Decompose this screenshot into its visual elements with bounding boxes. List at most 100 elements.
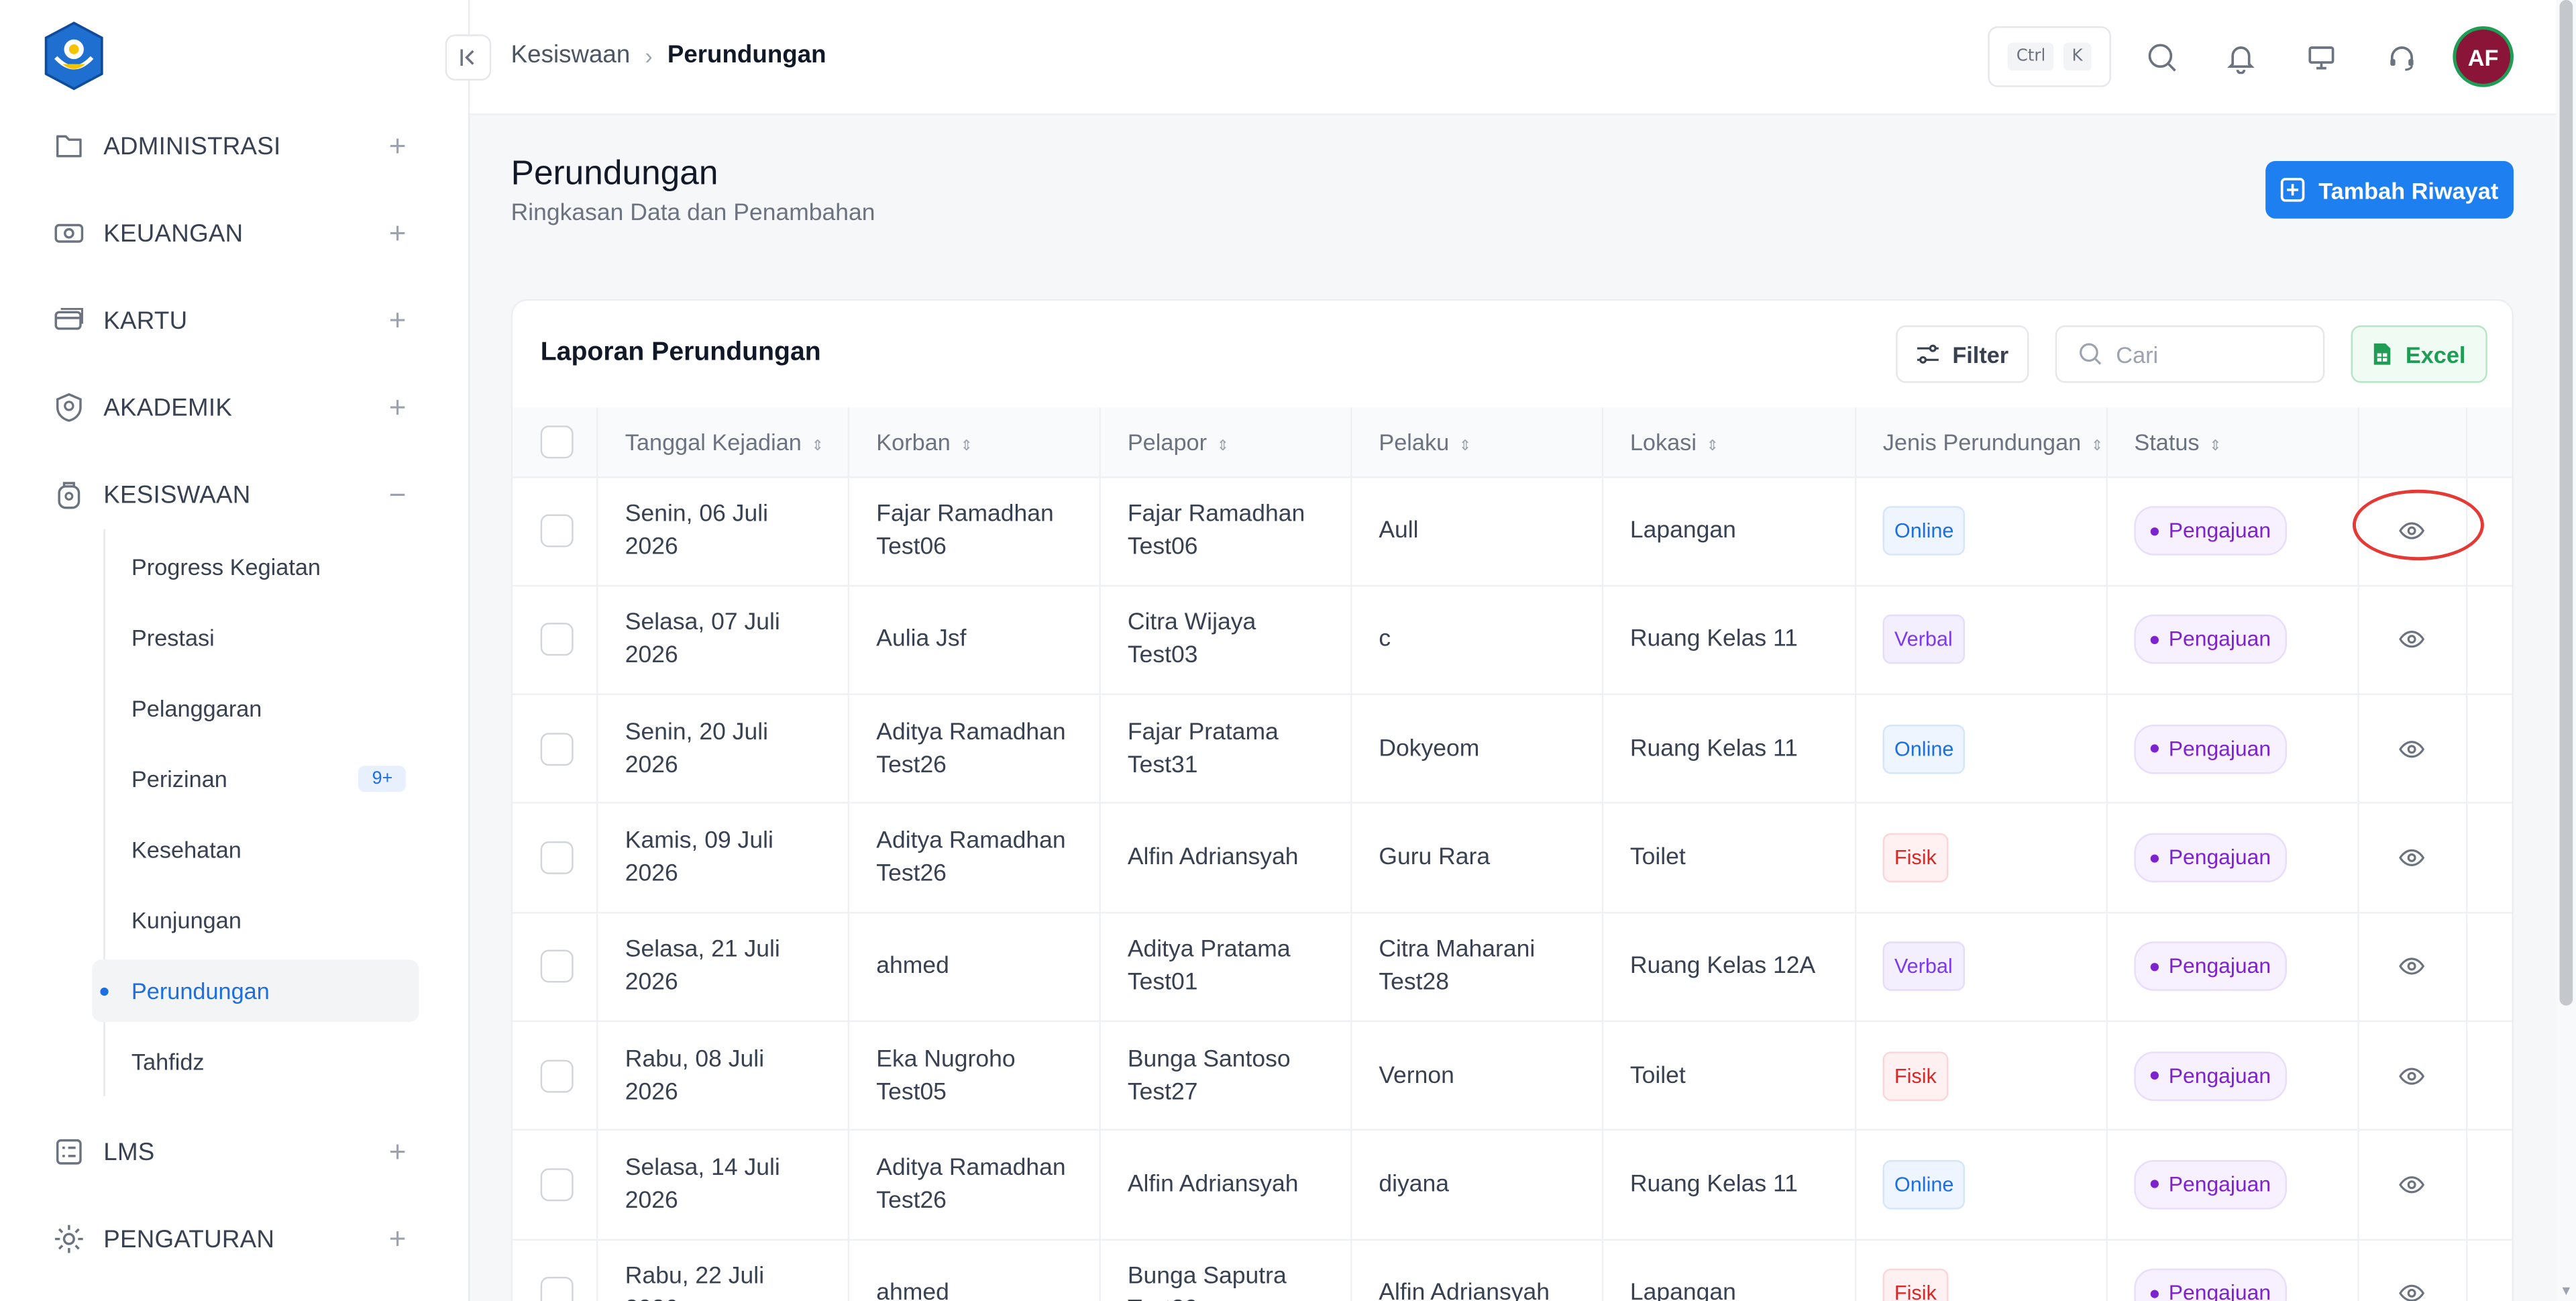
- sidebar-item-label: Prestasi: [131, 624, 215, 651]
- row-checkbox[interactable]: [540, 732, 574, 766]
- row-checkbox[interactable]: [540, 1168, 574, 1202]
- cell-tanggal: Senin, 06 Juli 2026: [598, 476, 851, 586]
- row-checkbox[interactable]: [540, 841, 574, 874]
- table-row[interactable]: Selasa, 14 Juli 2026 Aditya Ramadhan Test26…: [513, 1130, 2512, 1240]
- view-detail-eye-icon[interactable]: [2359, 518, 2466, 544]
- col-pelapor[interactable]: Pelapor ⇕: [1100, 407, 1353, 478]
- cell-line: diyana: [1379, 1171, 1449, 1198]
- sidebar-group-kesiswaan[interactable]: KESISWAAN −: [52, 470, 411, 519]
- user-avatar[interactable]: AF: [2453, 26, 2514, 87]
- command-palette-shortcut[interactable]: Ctrl K: [1988, 26, 2111, 87]
- type-badge: Fisik: [1882, 833, 1949, 883]
- expand-icon[interactable]: +: [384, 391, 411, 425]
- col-jenis[interactable]: Jenis Perundungan ⇕: [1856, 407, 2108, 478]
- collapse-icon[interactable]: −: [384, 477, 411, 511]
- col-tanggal[interactable]: Tanggal Kejadian ⇕: [598, 407, 851, 478]
- row-select-cell: [513, 1130, 599, 1240]
- sidebar-group-administrasi[interactable]: ADMINISTRASI +: [52, 121, 411, 170]
- sidebar-group-akademik[interactable]: AKADEMIK +: [52, 383, 411, 432]
- view-detail-eye-icon[interactable]: [2359, 1280, 2466, 1301]
- sidebar-item-pelanggaran[interactable]: Pelanggaran: [92, 677, 419, 739]
- school-logo-icon[interactable]: [40, 21, 109, 91]
- cell-line: Bunga Santoso: [1127, 1046, 1291, 1073]
- expand-icon[interactable]: +: [384, 1222, 411, 1256]
- row-select-cell: [513, 476, 599, 586]
- col-korban[interactable]: Korban ⇕: [849, 407, 1102, 478]
- cell-line: ahmed: [876, 1280, 949, 1301]
- expand-icon[interactable]: +: [384, 216, 411, 250]
- wallet-icon: [52, 217, 85, 250]
- bell-icon[interactable]: [2222, 40, 2259, 76]
- cell-spacer: [2467, 803, 2512, 913]
- table-row[interactable]: Senin, 20 Juli 2026 Aditya Ramadhan Test26 F…: [513, 694, 2512, 804]
- view-detail-eye-icon[interactable]: [2359, 953, 2466, 980]
- table-row[interactable]: Rabu, 08 Juli 2026 Eka Nugroho Test05 Bunga …: [513, 1021, 2512, 1131]
- view-detail-eye-icon[interactable]: [2359, 845, 2466, 871]
- sidebar-item-progress-kegiatan[interactable]: Progress Kegiatan: [92, 535, 419, 598]
- cell-line: Alfin Adriansyah: [1127, 1171, 1299, 1198]
- type-badge: Online: [1882, 506, 1966, 556]
- col-pelaku[interactable]: Pelaku ⇕: [1351, 407, 1604, 478]
- scroll-down-icon[interactable]: ▼: [2560, 1284, 2573, 1298]
- scrollbar-thumb[interactable]: [2559, 0, 2573, 1006]
- sidebar-group-keuangan[interactable]: KEUANGAN +: [52, 209, 411, 258]
- row-select-cell: [513, 1239, 599, 1301]
- page-scrollbar[interactable]: ▼: [2556, 0, 2576, 1301]
- monitor-icon[interactable]: [2303, 40, 2339, 76]
- cell-line: 2026: [625, 1079, 678, 1106]
- view-detail-eye-icon[interactable]: [2359, 627, 2466, 653]
- excel-export-button[interactable]: Excel: [2351, 325, 2487, 383]
- sidebar-item-tahfidz[interactable]: Tahfidz: [92, 1031, 419, 1093]
- cell-line: Fajar Ramadhan: [1127, 501, 1305, 528]
- status-label: Pengajuan: [2168, 517, 2271, 543]
- sidebar-item-prestasi[interactable]: Prestasi: [92, 607, 419, 669]
- view-detail-eye-icon[interactable]: [2359, 1172, 2466, 1198]
- cell-line: Test26: [876, 861, 947, 888]
- cell-status: Pengajuan: [2106, 912, 2359, 1023]
- cell-line: Aditya Pratama: [1127, 937, 1291, 964]
- report-table: Tanggal Kejadian ⇕ Korban ⇕ Pelapor ⇕ Pelak…: [513, 407, 2512, 1301]
- col-spacer: [2467, 407, 2512, 478]
- table-row[interactable]: Selasa, 07 Juli 2026 Aulia Jsf Citra Wijaya…: [513, 585, 2512, 696]
- breadcrumb-separator-icon: ›: [645, 42, 653, 68]
- sidebar: ADMINISTRASI + KEUANGAN + KARTU + AKADEMIK + KES…: [0, 0, 470, 1301]
- row-checkbox[interactable]: [540, 514, 574, 548]
- breadcrumb: Kesiswaan › Perundungan: [511, 41, 826, 69]
- row-checkbox[interactable]: [540, 950, 574, 984]
- search-input[interactable]: [2116, 341, 2314, 368]
- sidebar-item-perizinan[interactable]: Perizinan 9+: [92, 747, 419, 810]
- breadcrumb-parent[interactable]: Kesiswaan: [511, 41, 631, 69]
- sidebar-item-perundungan[interactable]: Perundungan: [92, 959, 419, 1023]
- row-checkbox[interactable]: [540, 1059, 574, 1092]
- sidebar-item-kesehatan[interactable]: Kesehatan: [92, 819, 419, 881]
- table-row[interactable]: Kamis, 09 Juli 2026 Aditya Ramadhan Test26 A…: [513, 803, 2512, 913]
- table-row[interactable]: Senin, 06 Juli 2026 Fajar Ramadhan Test06 Fa…: [513, 476, 2512, 586]
- cell-line: Rabu, 08 Juli: [625, 1046, 765, 1073]
- row-checkbox[interactable]: [540, 623, 574, 657]
- search-field[interactable]: [2055, 325, 2325, 383]
- cell-pelapor: Fajar Pratama Test31: [1100, 694, 1353, 804]
- view-detail-eye-icon[interactable]: [2359, 1063, 2466, 1089]
- headset-icon[interactable]: [2383, 40, 2420, 76]
- collapse-sidebar-button[interactable]: [445, 34, 492, 81]
- sidebar-group-kartu[interactable]: KARTU +: [52, 296, 411, 345]
- sidebar-group-lms[interactable]: LMS +: [52, 1127, 411, 1176]
- table-row[interactable]: Rabu, 22 Juli 2026 ahmed Bunga Saputra Test3…: [513, 1239, 2512, 1301]
- cell-actions: [2358, 1239, 2468, 1301]
- spreadsheet-icon: [2374, 343, 2391, 365]
- cards-icon: [52, 304, 85, 337]
- expand-icon[interactable]: +: [384, 129, 411, 163]
- filter-button[interactable]: Filter: [1896, 325, 2029, 383]
- select-all-checkbox[interactable]: [540, 425, 574, 458]
- expand-icon[interactable]: +: [384, 1135, 411, 1169]
- search-icon[interactable]: [2144, 40, 2180, 76]
- expand-icon[interactable]: +: [384, 303, 411, 337]
- col-status[interactable]: Status ⇕: [2106, 407, 2359, 478]
- sidebar-group-pengaturan[interactable]: PENGATURAN +: [52, 1214, 411, 1263]
- view-detail-eye-icon[interactable]: [2359, 736, 2466, 762]
- add-history-button[interactable]: Tambah Riwayat: [2265, 161, 2514, 219]
- row-checkbox[interactable]: [540, 1277, 574, 1301]
- col-lokasi[interactable]: Lokasi ⇕: [1603, 407, 1857, 478]
- table-row[interactable]: Selasa, 21 Juli 2026 ahmed Aditya Pratama Te…: [513, 912, 2512, 1023]
- sidebar-item-kunjungan[interactable]: Kunjungan: [92, 889, 419, 951]
